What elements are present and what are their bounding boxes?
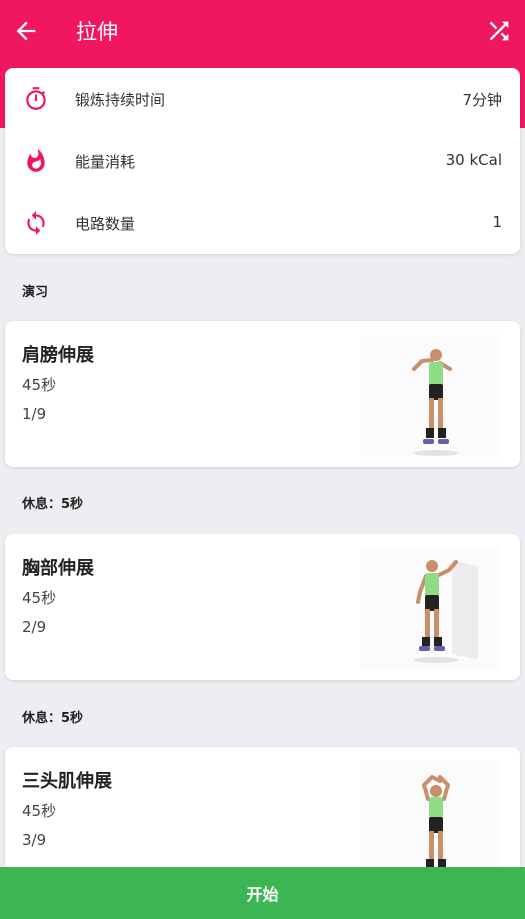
workout-stats-card: 锻炼持续时间 7分钟 能量消耗 30 kCal 电路数量 1 <box>5 68 520 254</box>
exercise-duration: 45秒 <box>22 376 57 394</box>
exercise-name: 胸部伸展 <box>22 558 94 579</box>
stat-label: 电路数量 <box>75 215 136 233</box>
rest-value: 5秒 <box>61 497 84 512</box>
exercise-duration: 45秒 <box>22 802 57 820</box>
rest-value: 5秒 <box>61 711 84 726</box>
exercise-illustration <box>360 335 500 457</box>
exercise-card-1[interactable]: 肩膀伸展 45秒 1/9 <box>5 321 520 467</box>
start-button[interactable]: 开始 <box>0 867 525 919</box>
stat-row-duration: 锻炼持续时间 7分钟 <box>5 68 520 130</box>
shuffle-button[interactable] <box>485 17 513 45</box>
exercise-illustration <box>360 761 500 883</box>
repeat-icon <box>27 211 45 235</box>
page-title: 拉伸 <box>76 20 118 44</box>
app-bar-row: 拉伸 <box>0 0 525 62</box>
exercise-index: 1/9 <box>22 405 47 423</box>
exercise-illustration <box>360 548 500 670</box>
stat-row-calories: 能量消耗 30 kCal <box>5 130 520 192</box>
exercise-card-2[interactable]: 胸部伸展 45秒 2/9 <box>5 534 520 680</box>
exercise-duration: 45秒 <box>22 589 57 607</box>
rest-prefix: 休息： <box>22 497 62 512</box>
exercise-index: 2/9 <box>22 618 47 636</box>
rest-prefix: 休息： <box>22 711 62 726</box>
stat-label: 锻炼持续时间 <box>75 91 166 109</box>
stat-value: 1 <box>492 213 502 231</box>
stat-row-circuits: 电路数量 1 <box>5 192 520 254</box>
exercise-name: 三头肌伸展 <box>22 771 112 792</box>
exercises-section-title: 演习 <box>22 285 49 300</box>
stat-value: 7分钟 <box>462 91 502 109</box>
flame-icon <box>27 148 45 172</box>
stat-label: 能量消耗 <box>75 153 136 171</box>
back-button[interactable] <box>12 17 40 45</box>
shuffle-icon <box>489 21 509 41</box>
stat-value: 30 kCal <box>445 151 502 169</box>
exercise-name: 肩膀伸展 <box>22 345 94 366</box>
arrow-left-icon <box>16 21 36 41</box>
rest-label-1: 休息：5秒 <box>22 493 83 512</box>
rest-label-2: 休息：5秒 <box>22 707 83 726</box>
stopwatch-icon <box>26 87 46 110</box>
exercise-index: 3/9 <box>22 831 47 849</box>
